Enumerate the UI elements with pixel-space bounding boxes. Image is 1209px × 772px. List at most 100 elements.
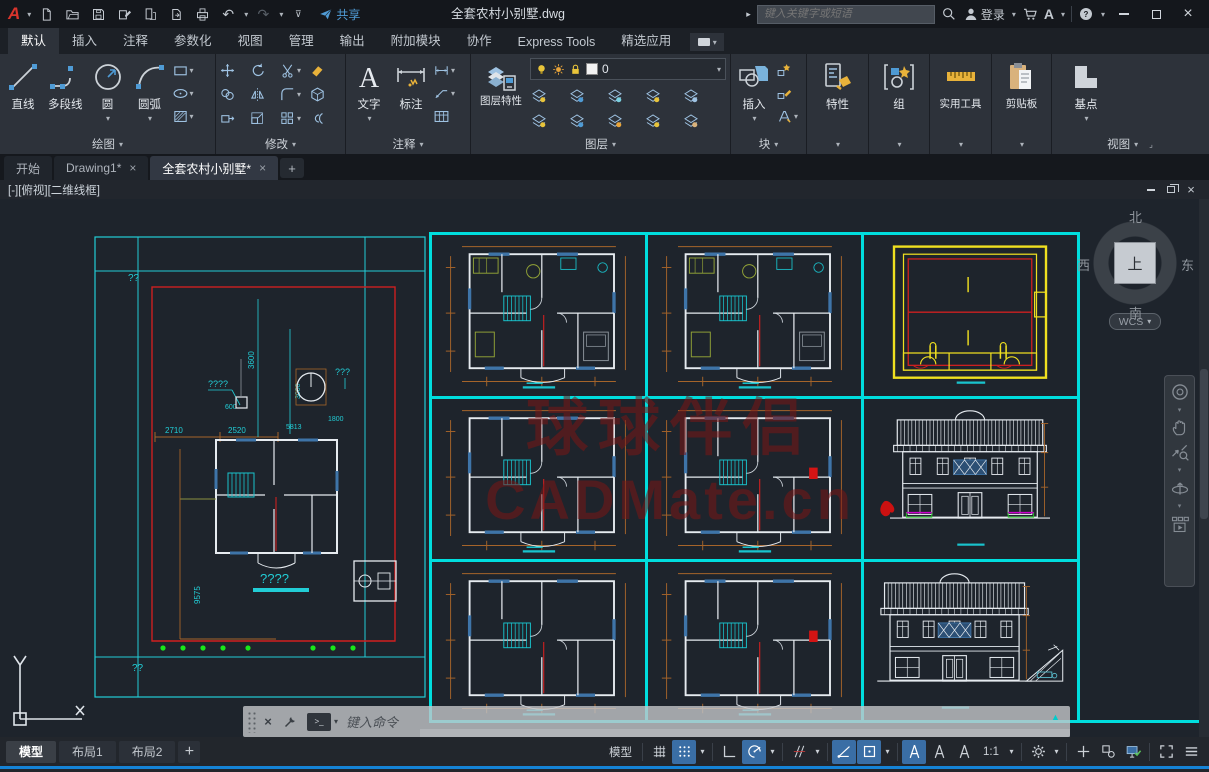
command-resize-grip[interactable]: ▲ [1051, 712, 1060, 722]
panel-draw-label[interactable]: 绘图▾ [0, 134, 215, 154]
minimize-button[interactable] [1111, 3, 1137, 25]
trim-button[interactable]: ▾ [279, 58, 309, 82]
viewcube-top-face[interactable]: 上 [1114, 242, 1156, 284]
close-button[interactable]: × [1175, 3, 1201, 25]
command-close-icon[interactable]: × [257, 714, 279, 729]
layer-off-button[interactable] [530, 83, 568, 108]
file-tab-close-icon[interactable]: × [129, 161, 136, 175]
plot-button[interactable] [191, 3, 213, 25]
ribbon-tab-1[interactable]: 插入 [59, 26, 110, 54]
array-button[interactable]: ▾ [279, 106, 309, 130]
graphics-performance-toggle[interactable] [1121, 740, 1145, 764]
ribbon-tab-7[interactable]: 附加模块 [378, 26, 454, 54]
copy-button[interactable] [219, 82, 249, 106]
basepoint-button[interactable]: 基点▾ [1066, 58, 1106, 125]
panel-clipboard-label[interactable]: ▾ [992, 134, 1051, 154]
layer-on-button[interactable] [530, 108, 568, 133]
orbit-icon[interactable] [1170, 478, 1190, 498]
linear-dimension-button[interactable]: ▾ [433, 60, 463, 80]
panel-view-label[interactable]: 视图▾⌟ [1052, 134, 1208, 154]
layer-freeze-button[interactable] [606, 83, 644, 108]
autodesk-apps-icon[interactable]: A [1044, 6, 1054, 22]
offset-button[interactable] [309, 106, 339, 130]
annotation-scale-toggle[interactable] [952, 740, 976, 764]
command-dropdown[interactable]: ▾ [334, 717, 338, 726]
arc-button[interactable]: 圆弧▾ [130, 58, 170, 125]
signin-button[interactable]: 登录 [963, 6, 1005, 23]
orbit-dropdown[interactable]: ▾ [1178, 502, 1182, 510]
define-attribute-button[interactable]: ▾ [776, 106, 806, 126]
polar-tracking-dropdown[interactable]: ▾ [767, 740, 778, 764]
leader-button[interactable]: ▾ [433, 83, 463, 103]
command-grip[interactable] [247, 711, 257, 733]
rectangle-button[interactable]: ▾ [172, 60, 202, 80]
model-space-button[interactable]: 模型 [603, 740, 638, 764]
crosshair-toggle[interactable] [1071, 740, 1095, 764]
circle-button[interactable]: 圆▾ [88, 58, 128, 125]
line-button[interactable]: 直线 [3, 58, 43, 114]
clipboard-button[interactable]: 剪贴板 [1002, 58, 1042, 113]
layer-lock-button[interactable] [644, 83, 682, 108]
ribbon-tab-10[interactable]: 精选应用 [608, 26, 684, 54]
scale-value-toggle[interactable]: 1:1 [977, 740, 1005, 764]
navigation-wheel-icon[interactable] [1170, 382, 1190, 402]
ribbon-tab-4[interactable]: 视图 [225, 26, 276, 54]
panel-dialog-launcher[interactable]: ⌟ [1149, 140, 1153, 149]
ortho-mode-toggle[interactable] [717, 740, 741, 764]
panel-utilities-label[interactable]: ▾ [930, 134, 991, 154]
snap-mode-dropdown[interactable]: ▾ [697, 740, 708, 764]
viewport-controls[interactable]: [-][俯视][二维线框] [8, 182, 100, 198]
viewcube[interactable]: 北 南 西 东 上 WCS▾ [1083, 207, 1187, 335]
undo-button[interactable]: ↶ [217, 3, 239, 25]
isolate-objects-toggle[interactable] [1096, 740, 1120, 764]
insert-block-button[interactable]: 插入▾ [734, 58, 774, 125]
file-tab-1[interactable]: Drawing1*× [54, 156, 148, 180]
dimension-button[interactable]: 标注 [391, 58, 431, 114]
scale-button[interactable] [249, 106, 279, 130]
isometric-drafting-dropdown[interactable]: ▾ [812, 740, 823, 764]
layer-unlock-button[interactable] [644, 108, 682, 133]
erase-button[interactable] [309, 58, 339, 82]
save-as-button[interactable] [113, 3, 135, 25]
panel-modify-label[interactable]: 修改▾ [216, 134, 345, 154]
drawing-minimize-button[interactable] [1141, 180, 1161, 199]
command-customize-wrench-icon[interactable] [279, 714, 301, 729]
layout-tab-1[interactable]: 布局1 [59, 741, 116, 763]
create-block-button[interactable] [776, 60, 806, 80]
edit-block-button[interactable] [776, 83, 806, 103]
object-snap-toggle[interactable] [857, 740, 881, 764]
mirror-button[interactable] [249, 82, 279, 106]
isometric-drafting-toggle[interactable] [787, 740, 811, 764]
stretch-button[interactable] [219, 106, 249, 130]
layer-delete-button[interactable] [682, 108, 720, 133]
file-tab-close-icon[interactable]: × [259, 161, 266, 175]
collapse-arrow-icon[interactable]: ▸ [746, 9, 751, 20]
layer-thaw-button[interactable] [606, 108, 644, 133]
grid-display-toggle[interactable] [647, 740, 671, 764]
save-button[interactable] [87, 3, 109, 25]
ribbon-tab-9[interactable]: Express Tools [505, 31, 609, 54]
utilities-button[interactable]: 实用工具 [937, 58, 985, 113]
zoom-extents-icon[interactable] [1170, 442, 1190, 462]
layer-dropdown[interactable]: 0 ▾ [530, 58, 726, 80]
wheel-dropdown[interactable]: ▾ [1178, 406, 1182, 414]
object-snap-dropdown[interactable]: ▾ [882, 740, 893, 764]
pan-hand-icon[interactable] [1170, 418, 1190, 438]
file-tab-0[interactable]: 开始 [4, 156, 52, 180]
ribbon-display-toggle[interactable]: ▾ [690, 33, 724, 51]
ribbon-tab-3[interactable]: 参数化 [161, 26, 225, 54]
drawing-restore-button[interactable] [1161, 180, 1181, 199]
search-icon[interactable] [941, 6, 957, 22]
command-line[interactable]: × >_▾ 键入命令 ▲ [243, 706, 1070, 737]
app-store-cart-icon[interactable] [1022, 6, 1038, 22]
properties-button[interactable]: 特性 [818, 58, 858, 114]
object-snap-tracking-toggle[interactable] [832, 740, 856, 764]
new-drawing-tab-button[interactable]: + [280, 158, 304, 178]
annotation-visibility-toggle[interactable] [902, 740, 926, 764]
viewcube-north[interactable]: 北 [1129, 207, 1142, 226]
new-layout-button[interactable]: + [178, 741, 200, 763]
autodesk-apps-dropdown[interactable]: ▾ [1061, 10, 1065, 19]
help-dropdown[interactable]: ▾ [1101, 10, 1105, 19]
panel-properties-label[interactable]: ▾ [807, 134, 868, 154]
panel-annotation-label[interactable]: 注释▾ [346, 134, 470, 154]
